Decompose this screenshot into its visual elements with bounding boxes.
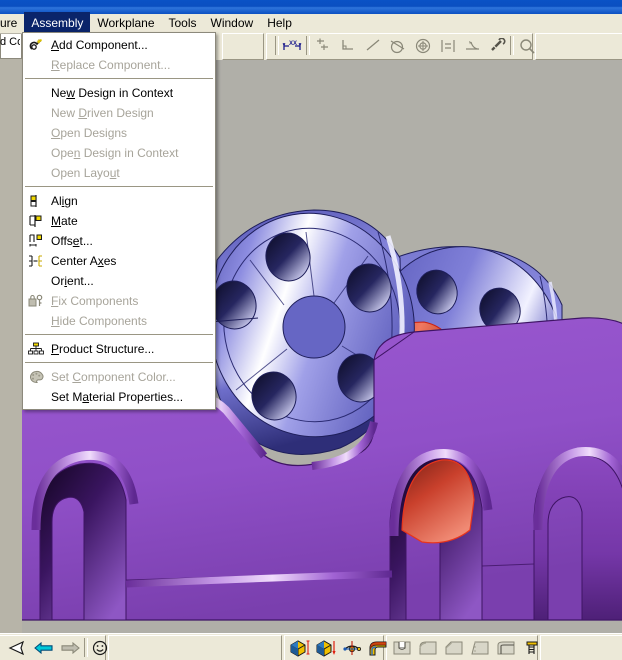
draft-feature-icon[interactable] (468, 638, 492, 658)
dimension-xx-icon[interactable]: XX (281, 36, 303, 56)
menu-item-label: Offset... (51, 234, 93, 248)
menu-bar: ure Assembly Workplane Tools Window Help (0, 11, 622, 35)
toolbar-separator (275, 36, 279, 55)
menu-center-axes[interactable]: Center Axes (23, 251, 215, 271)
menu-item-label: Replace Component... (51, 58, 171, 72)
menu-add-component[interactable]: Add Component... (23, 35, 215, 55)
feature-tree-panel (0, 33, 23, 633)
menu-item-label: Assembly (31, 15, 84, 30)
menu-item-label: Align (51, 194, 78, 208)
extrude-cutout-icon[interactable] (314, 638, 338, 658)
next-view-icon[interactable] (58, 638, 82, 658)
revolve-icon[interactable] (340, 638, 364, 658)
menu-item-label: Hide Components (51, 314, 148, 328)
menu-separator (25, 334, 213, 336)
menu-open-design-in-context[interactable]: Open Design in Context (23, 143, 215, 163)
menu-open-designs[interactable]: Open Designs (23, 123, 215, 143)
menu-item-label: Tools (168, 15, 197, 30)
inspect-constraint-icon[interactable] (516, 36, 538, 56)
sweep-icon[interactable] (366, 638, 390, 658)
hole-feature-icon[interactable] (390, 638, 414, 658)
assembly-dropdown-menu[interactable]: Add Component... Replace Component... Ne… (22, 32, 216, 410)
add-component-icon (27, 37, 45, 53)
lock-key-icon (27, 293, 45, 309)
menu-item-label: Open Design in Context (51, 146, 179, 160)
concentric-constraint-icon[interactable] (412, 36, 434, 56)
application-window: ure Assembly Workplane Tools Window Help… (0, 0, 622, 660)
fix-constraint-icon[interactable] (487, 36, 509, 56)
menu-replace-component[interactable]: Replace Component... (23, 55, 215, 75)
collinear-constraint-icon[interactable] (362, 36, 384, 56)
menu-item-label: Open Layout (51, 166, 120, 180)
extrude-protrusion-icon[interactable] (288, 638, 312, 658)
mate-icon (27, 213, 45, 229)
menu-item-label: Help (267, 15, 292, 30)
menu-separator (25, 186, 213, 188)
menu-orient[interactable]: Orient... (23, 271, 215, 291)
menu-item-label: Window (210, 15, 254, 30)
menu-align[interactable]: Align (23, 191, 215, 211)
menu-fix-components[interactable]: Fix Components (23, 291, 215, 311)
menu-set-component-color[interactable]: Set Component Color... (23, 367, 215, 387)
shell-feature-icon[interactable] (494, 638, 518, 658)
menu-separator (25, 78, 213, 80)
menu-product-structure[interactable]: Product Structure... (23, 339, 215, 359)
menu-item-label: Fix Components (51, 294, 139, 308)
parallel-constraint-icon[interactable] (312, 36, 334, 56)
menu-item-label: New Driven Design (51, 106, 154, 120)
menu-item-label: Open Designs (51, 126, 128, 140)
round-feature-icon[interactable] (416, 638, 440, 658)
menu-item-label: Set Component Color... (51, 370, 176, 384)
menu-offset[interactable]: Offset... (23, 231, 215, 251)
product-structure-icon (27, 341, 45, 357)
bottom-toolbar (0, 633, 622, 660)
toolbar-group-left (222, 33, 264, 60)
menu-set-material-properties[interactable]: Set Material Properties... (23, 387, 215, 407)
menu-item-label: Orient... (51, 274, 94, 288)
previous-view-icon[interactable] (32, 638, 56, 658)
menu-hide-components[interactable]: Hide Components (23, 311, 215, 331)
menu-item-label: Mate (51, 214, 78, 228)
offset-icon (27, 233, 45, 249)
menu-new-design-in-context[interactable]: New Design in Context (23, 83, 215, 103)
toolbar-separator (510, 36, 514, 55)
cursor-arrow-icon[interactable] (6, 638, 30, 658)
thread-feature-icon[interactable] (520, 638, 544, 658)
menu-item-label: Center Axes (51, 254, 117, 268)
feature-tree-clipped-label: d Co (0, 36, 20, 48)
menu-mate[interactable]: Mate (23, 211, 215, 231)
menu-item-label: Set Material Properties... (51, 390, 184, 404)
menu-new-driven-design[interactable]: New Driven Design (23, 103, 215, 123)
menu-item-label: Workplane (97, 15, 155, 30)
center-axes-icon (27, 253, 45, 269)
align-icon (27, 193, 45, 209)
symmetric-constraint-icon[interactable] (462, 36, 484, 56)
menu-item-label: ure (0, 15, 18, 30)
menu-open-layout[interactable]: Open Layout (23, 163, 215, 183)
perpendicular-constraint-icon[interactable] (337, 36, 359, 56)
toolbar-group-right (535, 33, 622, 60)
smiley-face-icon[interactable] (88, 638, 112, 658)
menu-item-label: New Design in Context (51, 86, 174, 100)
bottom-group-right (540, 635, 622, 660)
toolbar-separator (306, 36, 310, 55)
menu-item-label: Product Structure... (51, 342, 155, 356)
chamfer-feature-icon[interactable] (442, 638, 466, 658)
equal-length-constraint-icon[interactable] (437, 36, 459, 56)
palette-icon (27, 369, 45, 385)
menu-separator (25, 362, 213, 364)
bottom-group-middle (108, 635, 282, 660)
tangent-constraint-icon[interactable] (387, 36, 409, 56)
menu-item-label: Add Component... (51, 38, 148, 52)
